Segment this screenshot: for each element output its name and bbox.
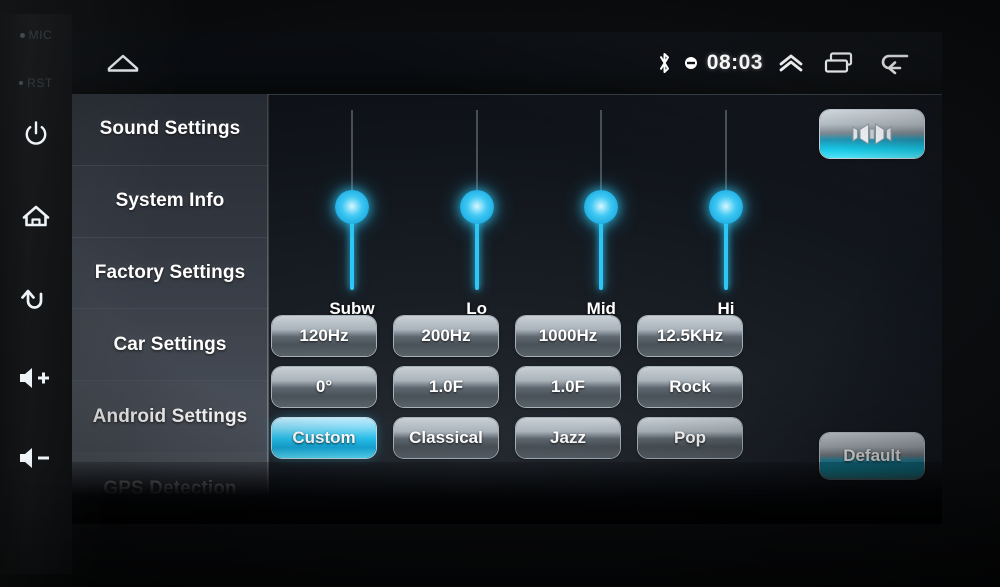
freq-button-1000hz[interactable]: 1000Hz xyxy=(516,316,620,356)
param-button-rock[interactable]: Rock xyxy=(638,367,742,407)
slider-lo[interactable]: Lo xyxy=(429,104,525,319)
power-icon xyxy=(25,121,47,145)
sidebar-item-car-settings[interactable]: Car Settings xyxy=(72,309,268,382)
button-label: Classical xyxy=(409,428,483,447)
eq-button-grid: 120Hz 200Hz 1000Hz 12.5KHz 0° 1.0F 1.0F … xyxy=(272,316,742,469)
mic-label: MIC xyxy=(28,28,53,42)
preset-button-custom[interactable]: Custom xyxy=(272,418,376,458)
hardware-button-column: MIC RST xyxy=(0,14,72,574)
slider-thumb[interactable] xyxy=(459,190,494,224)
preset-button-pop[interactable]: Pop xyxy=(638,418,742,458)
parameter-row: 0° 1.0F 1.0F Rock xyxy=(272,367,742,407)
mute-dot-icon xyxy=(680,46,702,80)
volume-down-icon xyxy=(20,448,49,468)
sidebar-item-label: Sound Settings xyxy=(99,118,241,140)
power-button[interactable] xyxy=(0,119,72,149)
button-label: 1.0F xyxy=(428,377,464,396)
volume-up-button[interactable] xyxy=(0,364,72,392)
freq-button-120hz[interactable]: 120Hz xyxy=(272,316,376,356)
sidebar-item-label: Car Settings xyxy=(113,333,227,355)
clock: 08:03 xyxy=(706,51,763,74)
reset-label-group[interactable]: RST xyxy=(0,76,72,90)
home-icon xyxy=(107,54,139,72)
back-hardware-button[interactable] xyxy=(0,286,72,314)
slider-subw[interactable]: Subw xyxy=(304,104,400,319)
button-label: Custom xyxy=(292,428,356,447)
slider-mid[interactable]: Mid xyxy=(553,104,649,319)
sidebar-item-android-settings[interactable]: Android Settings xyxy=(72,381,268,454)
param-button-q1[interactable]: 1.0F xyxy=(394,367,498,407)
param-button-q2[interactable]: 1.0F xyxy=(516,367,620,407)
sidebar-item-gps-detection[interactable]: GPS Detection xyxy=(72,453,268,524)
button-label: 1000Hz xyxy=(538,326,598,345)
preset-button-classical[interactable]: Classical xyxy=(394,418,498,458)
slider-thumb[interactable] xyxy=(335,190,369,224)
statusbar-back-icon[interactable] xyxy=(868,46,920,80)
sidebar-item-factory-settings[interactable]: Factory Settings xyxy=(72,237,268,310)
default-button[interactable]: Default xyxy=(820,433,924,479)
sidebar-item-label: System Info xyxy=(115,190,225,212)
button-label: 0° xyxy=(315,377,333,396)
home-icon xyxy=(22,205,50,227)
button-label: 1.0F xyxy=(550,377,586,396)
button-label: Pop xyxy=(673,428,707,447)
volume-down-button[interactable] xyxy=(0,444,72,472)
home-hardware-button[interactable] xyxy=(0,202,72,230)
preset-button-jazz[interactable]: Jazz xyxy=(516,418,620,458)
status-icons: 08:03 xyxy=(650,46,920,80)
head-unit-device: MIC RST 08:03 Sound Settings System Info… xyxy=(0,0,1000,587)
sound-settings-content: Subw Lo Mid Hi 120Hz 200Hz 1000Hz 12.5KH… xyxy=(268,94,942,524)
mic-hole-icon xyxy=(19,32,25,38)
sidebar-item-label: Factory Settings xyxy=(94,262,246,284)
statusbar-home-button[interactable] xyxy=(100,46,146,80)
preset-row: Custom Classical Jazz Pop xyxy=(272,418,742,458)
sidebar-item-label: Android Settings xyxy=(92,405,248,427)
sidebar-item-sound-settings[interactable]: Sound Settings xyxy=(72,94,268,166)
button-label: 200Hz xyxy=(421,326,471,345)
bluetooth-icon xyxy=(650,46,680,80)
sidebar-item-system-info[interactable]: System Info xyxy=(72,165,268,238)
volume-up-icon xyxy=(20,368,49,388)
sidebar-item-label: GPS Detection xyxy=(103,477,237,499)
recents-icon[interactable] xyxy=(810,46,868,80)
slider-thumb[interactable] xyxy=(584,190,619,224)
freq-button-200hz[interactable]: 200Hz xyxy=(394,316,498,356)
mic-label-group: MIC xyxy=(0,28,72,42)
reset-pinhole-icon[interactable] xyxy=(19,81,24,85)
chevron-up-icon[interactable] xyxy=(772,46,810,80)
settings-sidebar: Sound Settings System Info Factory Setti… xyxy=(72,94,268,524)
param-button-phase[interactable]: 0° xyxy=(272,367,376,407)
slider-hi[interactable]: Hi xyxy=(678,104,774,319)
reset-label: RST xyxy=(27,76,53,90)
slider-thumb[interactable] xyxy=(708,190,743,224)
balance-fader-icon xyxy=(852,123,892,145)
balance-fader-button[interactable] xyxy=(820,110,924,158)
touchscreen: 08:03 Sound Settings System Info Factory… xyxy=(72,32,942,524)
equalizer-sliders: Subw Lo Mid Hi xyxy=(304,104,774,319)
button-label: Rock xyxy=(669,377,711,396)
button-label: Jazz xyxy=(550,428,586,447)
settings-screen: Sound Settings System Info Factory Setti… xyxy=(72,94,942,524)
back-arrow-icon xyxy=(21,289,43,309)
freq-button-12-5khz[interactable]: 12.5KHz xyxy=(638,316,742,356)
status-bar: 08:03 xyxy=(72,32,942,94)
button-label: 120Hz xyxy=(299,326,349,345)
button-label: 12.5KHz xyxy=(656,326,724,345)
frequency-row: 120Hz 200Hz 1000Hz 12.5KHz xyxy=(272,316,742,356)
button-label: Default xyxy=(843,446,901,465)
